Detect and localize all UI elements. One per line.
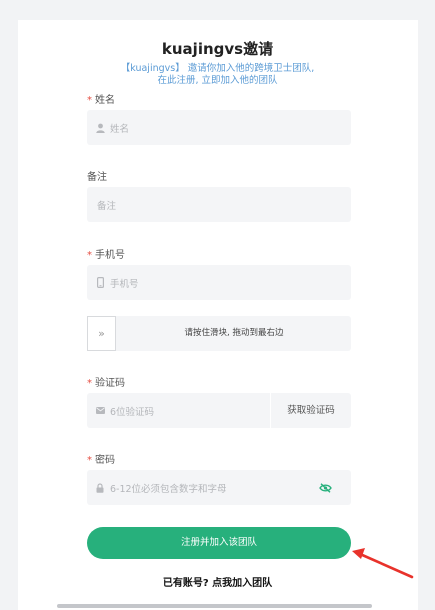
code-field[interactable]: 6位验证码 获取验证码 — [87, 393, 351, 428]
get-code-button[interactable]: 获取验证码 — [271, 393, 351, 428]
required-mark: * — [87, 455, 92, 466]
slide-verify: » 请按住滑块, 拖动到最右边 — [87, 316, 351, 351]
user-icon — [95, 123, 105, 133]
phone-field[interactable]: 手机号 — [87, 265, 351, 300]
remark-field[interactable]: 备注 — [87, 187, 351, 222]
name-label-text: 姓名 — [95, 95, 115, 106]
code-label: * 验证码 — [87, 374, 125, 389]
name-placeholder: 姓名 — [110, 123, 130, 135]
register-card — [18, 20, 418, 610]
phone-placeholder: 手机号 — [110, 278, 139, 290]
invite-subtitle-2: 在此注册, 立即加入他的团队 — [157, 75, 278, 86]
page-title: kuajingvs邀请 — [161, 40, 274, 58]
register-join-button[interactable]: 注册并加入该团队 — [87, 527, 351, 559]
mobile-icon — [95, 277, 105, 288]
remark-placeholder: 备注 — [97, 200, 117, 212]
name-label: * 姓名 — [87, 91, 115, 106]
lock-icon — [95, 482, 105, 493]
slider-instruction: 请按住滑块, 拖动到最右边 — [184, 328, 284, 338]
remark-label: 备注 — [87, 172, 107, 183]
password-placeholder: 6-12位必须包含数字和字母 — [110, 483, 227, 495]
horizontal-scrollbar[interactable] — [57, 604, 372, 608]
password-field[interactable]: 6-12位必须包含数字和字母 — [87, 470, 351, 505]
double-chevron-right-icon: » — [98, 327, 105, 340]
name-field[interactable]: 姓名 — [87, 110, 351, 145]
login-link[interactable]: 已有账号? 点我加入团队 — [0, 574, 435, 589]
slider-handle[interactable]: » — [87, 316, 116, 351]
code-label-text: 验证码 — [95, 378, 125, 389]
phone-label: * 手机号 — [87, 246, 125, 261]
code-placeholder: 6位验证码 — [110, 406, 155, 418]
password-label-text: 密码 — [95, 455, 115, 466]
required-mark: * — [87, 95, 92, 106]
eye-off-icon[interactable] — [299, 470, 351, 505]
phone-label-text: 手机号 — [95, 250, 125, 261]
required-mark: * — [87, 250, 92, 261]
password-label: * 密码 — [87, 451, 115, 466]
mail-icon — [95, 406, 105, 416]
required-mark: * — [87, 378, 92, 389]
